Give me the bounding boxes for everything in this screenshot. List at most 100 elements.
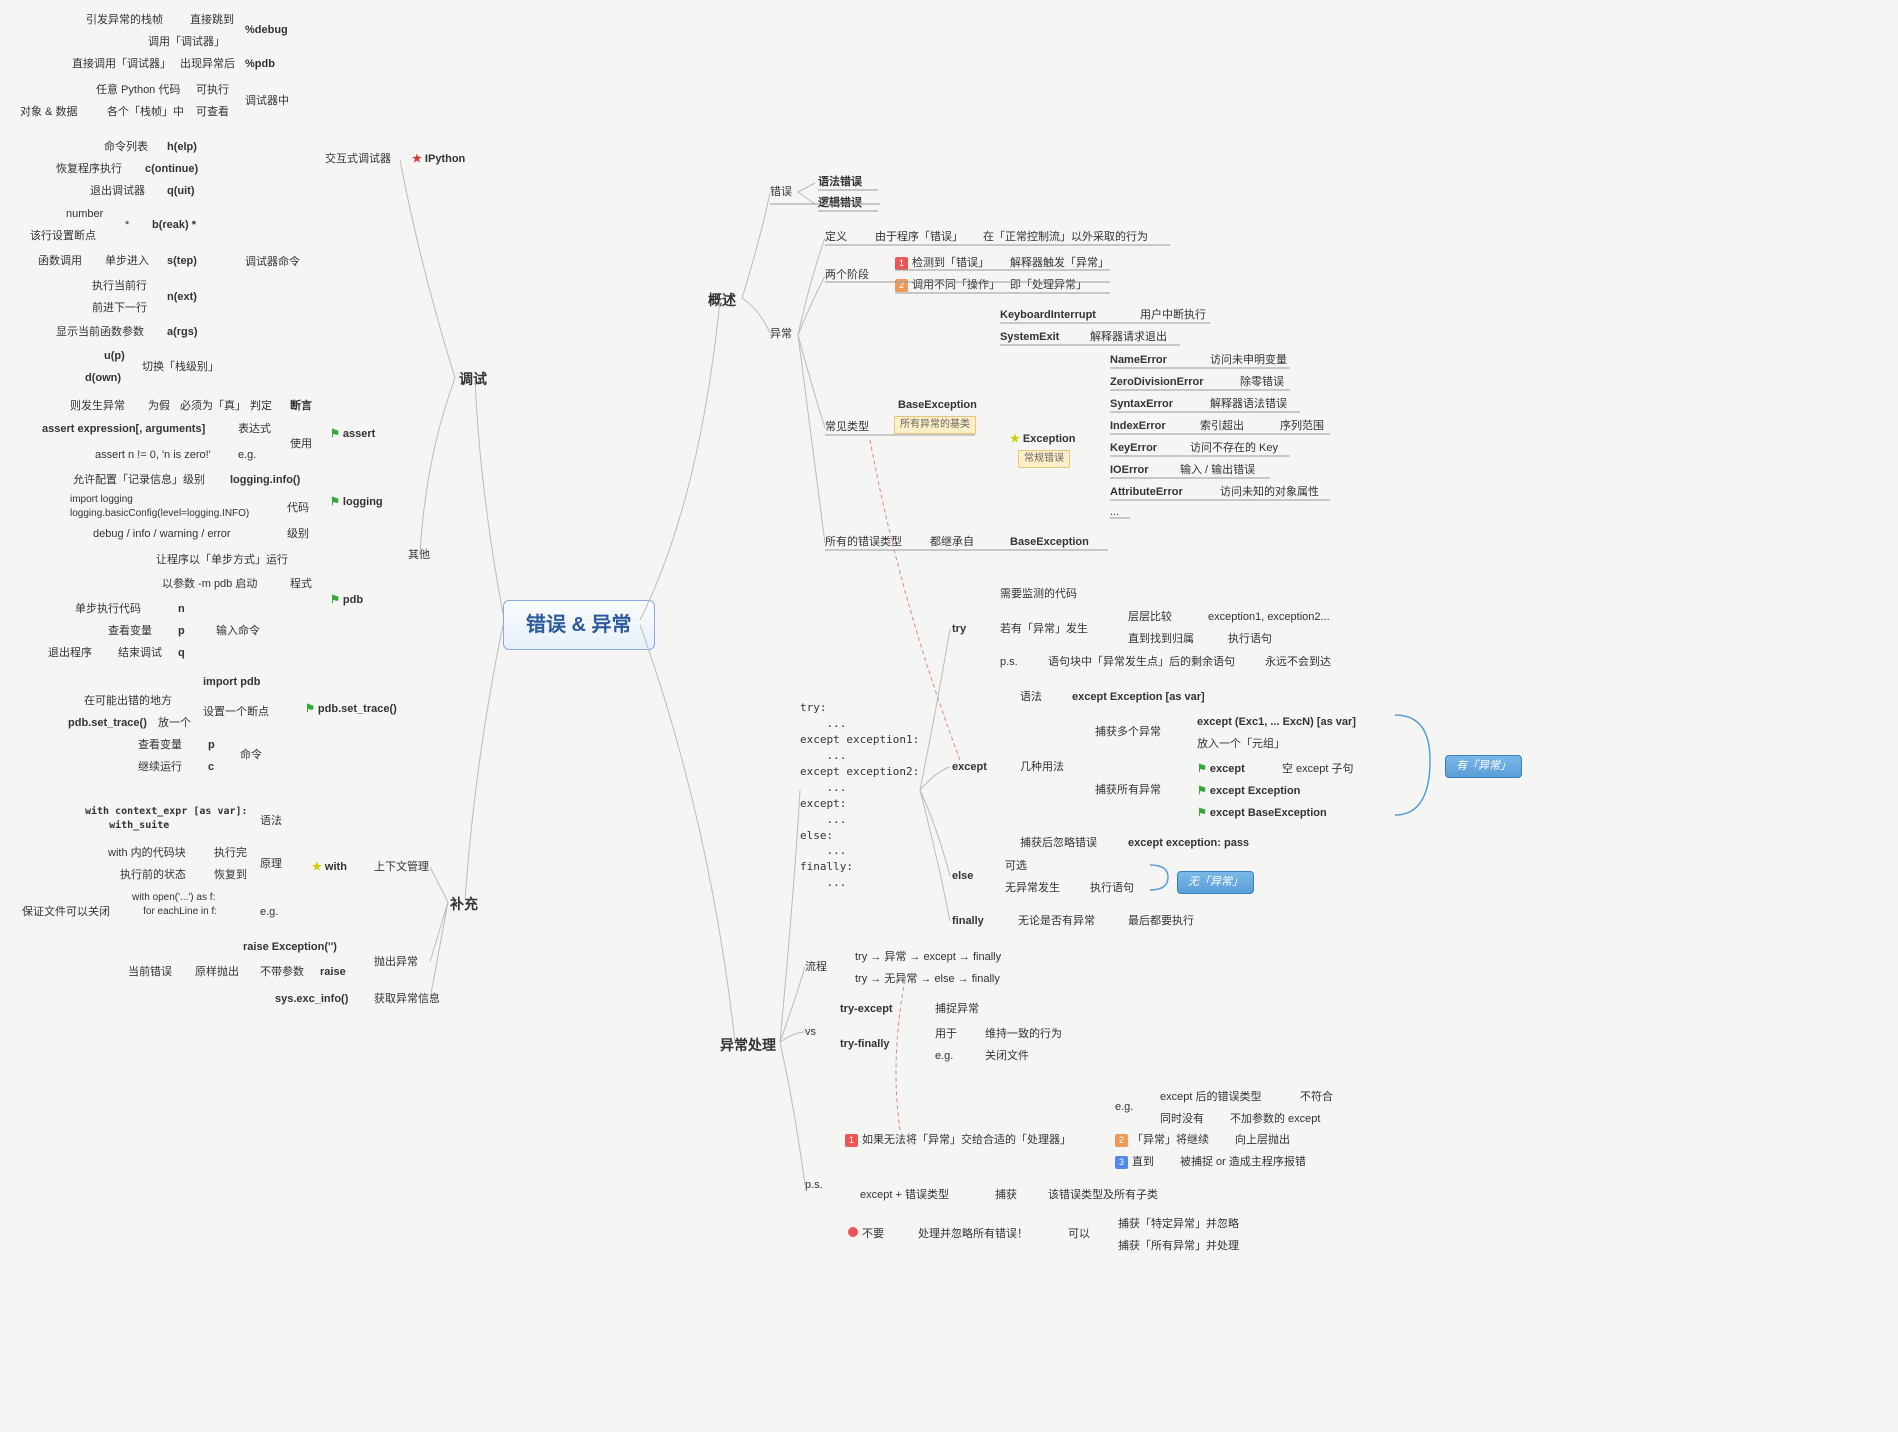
other: 其他 — [408, 548, 430, 563]
ps1-2: 2「异常」将继续 — [1115, 1133, 1209, 1148]
pdb-in3e: q — [178, 646, 185, 661]
inherit: 都继承自 — [930, 535, 974, 550]
ioe-d: 输入 / 输出错误 — [1180, 463, 1255, 478]
try-b1: 层层比较 — [1128, 610, 1172, 625]
ins2c: 可查看 — [196, 105, 229, 120]
exc: Exception — [1010, 432, 1076, 447]
except-b2b: except Exception — [1197, 784, 1300, 799]
c-break-a1: number — [66, 207, 103, 222]
w-p1: with 内的代码块 — [108, 846, 186, 861]
except-b1b: 放入一个「元组」 — [1197, 737, 1285, 752]
except-b2: 捕获所有异常 — [1095, 783, 1161, 798]
except-b2a: except — [1197, 762, 1245, 777]
vs2c: e.g. — [935, 1049, 953, 1064]
finally: finally — [952, 914, 984, 929]
ps2b: 该错误类型及所有子类 — [1048, 1188, 1158, 1203]
log-level: 级别 — [287, 527, 309, 542]
phase1b: 解释器触发「异常」 — [1010, 256, 1109, 271]
ioe: IOError — [1110, 463, 1149, 478]
se: SystemExit — [1000, 330, 1059, 345]
ie-d2: 序列范围 — [1280, 419, 1324, 434]
try-ps: p.s. — [1000, 655, 1018, 670]
c-break-a: * — [125, 218, 129, 233]
ie-d: 索引超出 — [1200, 419, 1244, 434]
try-b2: 直到找到归属 — [1128, 632, 1194, 647]
ps3c2: 捕获「所有异常」并处理 — [1118, 1239, 1239, 1254]
w-eg2: 保证文件可以关闭 — [22, 905, 110, 920]
c-help: h(elp) — [167, 140, 197, 155]
c-step-b: 单步进入 — [105, 254, 149, 269]
ps3a: 处理并忽略所有错误！ — [918, 1227, 1028, 1242]
c-break-a2: 该行设置断点 — [30, 229, 96, 244]
base-exc: BaseException — [898, 398, 977, 413]
except-a1: except Exception [as var] — [1072, 690, 1205, 705]
pdb-in: 输入命令 — [216, 624, 260, 639]
ps1-eg2: 同时没有 — [1160, 1112, 1204, 1127]
branch-debug: 调试 — [459, 370, 487, 390]
ps1-eg: e.g. — [1115, 1100, 1133, 1115]
ki: KeyboardInterrupt — [1000, 308, 1096, 323]
raise-e: raise Exception('') — [243, 940, 337, 955]
c-cont: c(ontinue) — [145, 162, 198, 177]
c-cont-d: 恢复程序执行 — [56, 162, 122, 177]
except-a: 语法 — [1020, 690, 1042, 705]
two-phase: 两个阶段 — [825, 268, 869, 283]
flow: 流程 — [805, 960, 827, 975]
sxe: SyntaxError — [1110, 397, 1173, 412]
ps1-3-text: 直到 — [1132, 1156, 1154, 1168]
pst-c2: 继续运行 — [138, 760, 182, 775]
as-j2: 必须为「真」 — [180, 399, 246, 414]
raise-t: 抛出异常 — [374, 955, 418, 970]
pdb-mode: 程式 — [290, 577, 312, 592]
assert: assert — [330, 427, 375, 442]
phase2b: 即「处理异常」 — [1010, 278, 1087, 293]
exc-note: 常规错误 — [1018, 450, 1070, 468]
as-j1: 为假 — [148, 399, 170, 414]
ki-d: 用户中断执行 — [1140, 308, 1206, 323]
ps2: except + 错误类型 — [860, 1188, 949, 1203]
vs1: try-except — [840, 1002, 893, 1017]
c-next-a: 执行当前行 — [92, 279, 147, 294]
log-info: logging.info() — [230, 473, 300, 488]
w-p1d: 执行完 — [214, 846, 247, 861]
ps1-eg2d: 不加参数的 except — [1230, 1112, 1320, 1127]
ps3b: 可以 — [1068, 1227, 1090, 1242]
pd2: 调用「调试器」 — [148, 35, 225, 50]
except-c1: except exception: pass — [1128, 836, 1249, 851]
ins1d: 可执行 — [196, 83, 229, 98]
badge-no: 无「异常」 — [1177, 871, 1254, 894]
try-b1d: exception1, exception2... — [1208, 610, 1330, 625]
sxe-d: 解释器语法错误 — [1210, 397, 1287, 412]
code-block: try: ... except exception1: ... except e… — [800, 700, 919, 891]
vs2: try-finally — [840, 1037, 890, 1052]
c-step-a: 函数调用 — [38, 254, 82, 269]
vs2b: 维持一致的行为 — [985, 1027, 1062, 1042]
error: 错误 — [770, 185, 792, 200]
pst-c1d: p — [208, 738, 215, 753]
def: 定义 — [825, 230, 847, 245]
exc-info-d: 获取异常信息 — [374, 992, 440, 1007]
branch-handling: 异常处理 — [720, 1036, 776, 1056]
pst-c1: 查看变量 — [138, 738, 182, 753]
ctx: 上下文管理 — [374, 860, 429, 875]
branch-supplement: 补充 — [450, 895, 478, 915]
dots: ... — [1110, 505, 1119, 520]
ne-d: 访问未申明变量 — [1210, 353, 1287, 368]
pd1: 引发异常的栈帧 — [86, 13, 163, 28]
as-expr: 表达式 — [238, 422, 271, 437]
w-prin: 原理 — [260, 857, 282, 872]
pst-set1: 在可能出错的地方 — [84, 694, 172, 709]
pdb-mode1: 以参数 -m pdb 启动 — [162, 577, 257, 592]
zde: ZeroDivisionError — [1110, 375, 1204, 390]
badge-has: 有「异常」 — [1445, 755, 1522, 778]
pdb-in1: 单步执行代码 — [75, 602, 141, 617]
pst-cmd: 命令 — [240, 748, 262, 763]
log-level1: debug / info / warning / error — [93, 527, 231, 542]
syntax-err: 语法错误 — [818, 175, 862, 190]
pdb-in1d: n — [178, 602, 185, 617]
def-b: 在「正常控制流」以外采取的行为 — [983, 230, 1148, 245]
except-b1a: except (Exc1, ... ExcN) [as var] — [1197, 715, 1356, 730]
raise-b: 当前错误 — [128, 965, 172, 980]
else-b1: 执行语句 — [1090, 881, 1134, 896]
try-a: 需要监测的代码 — [1000, 587, 1077, 602]
